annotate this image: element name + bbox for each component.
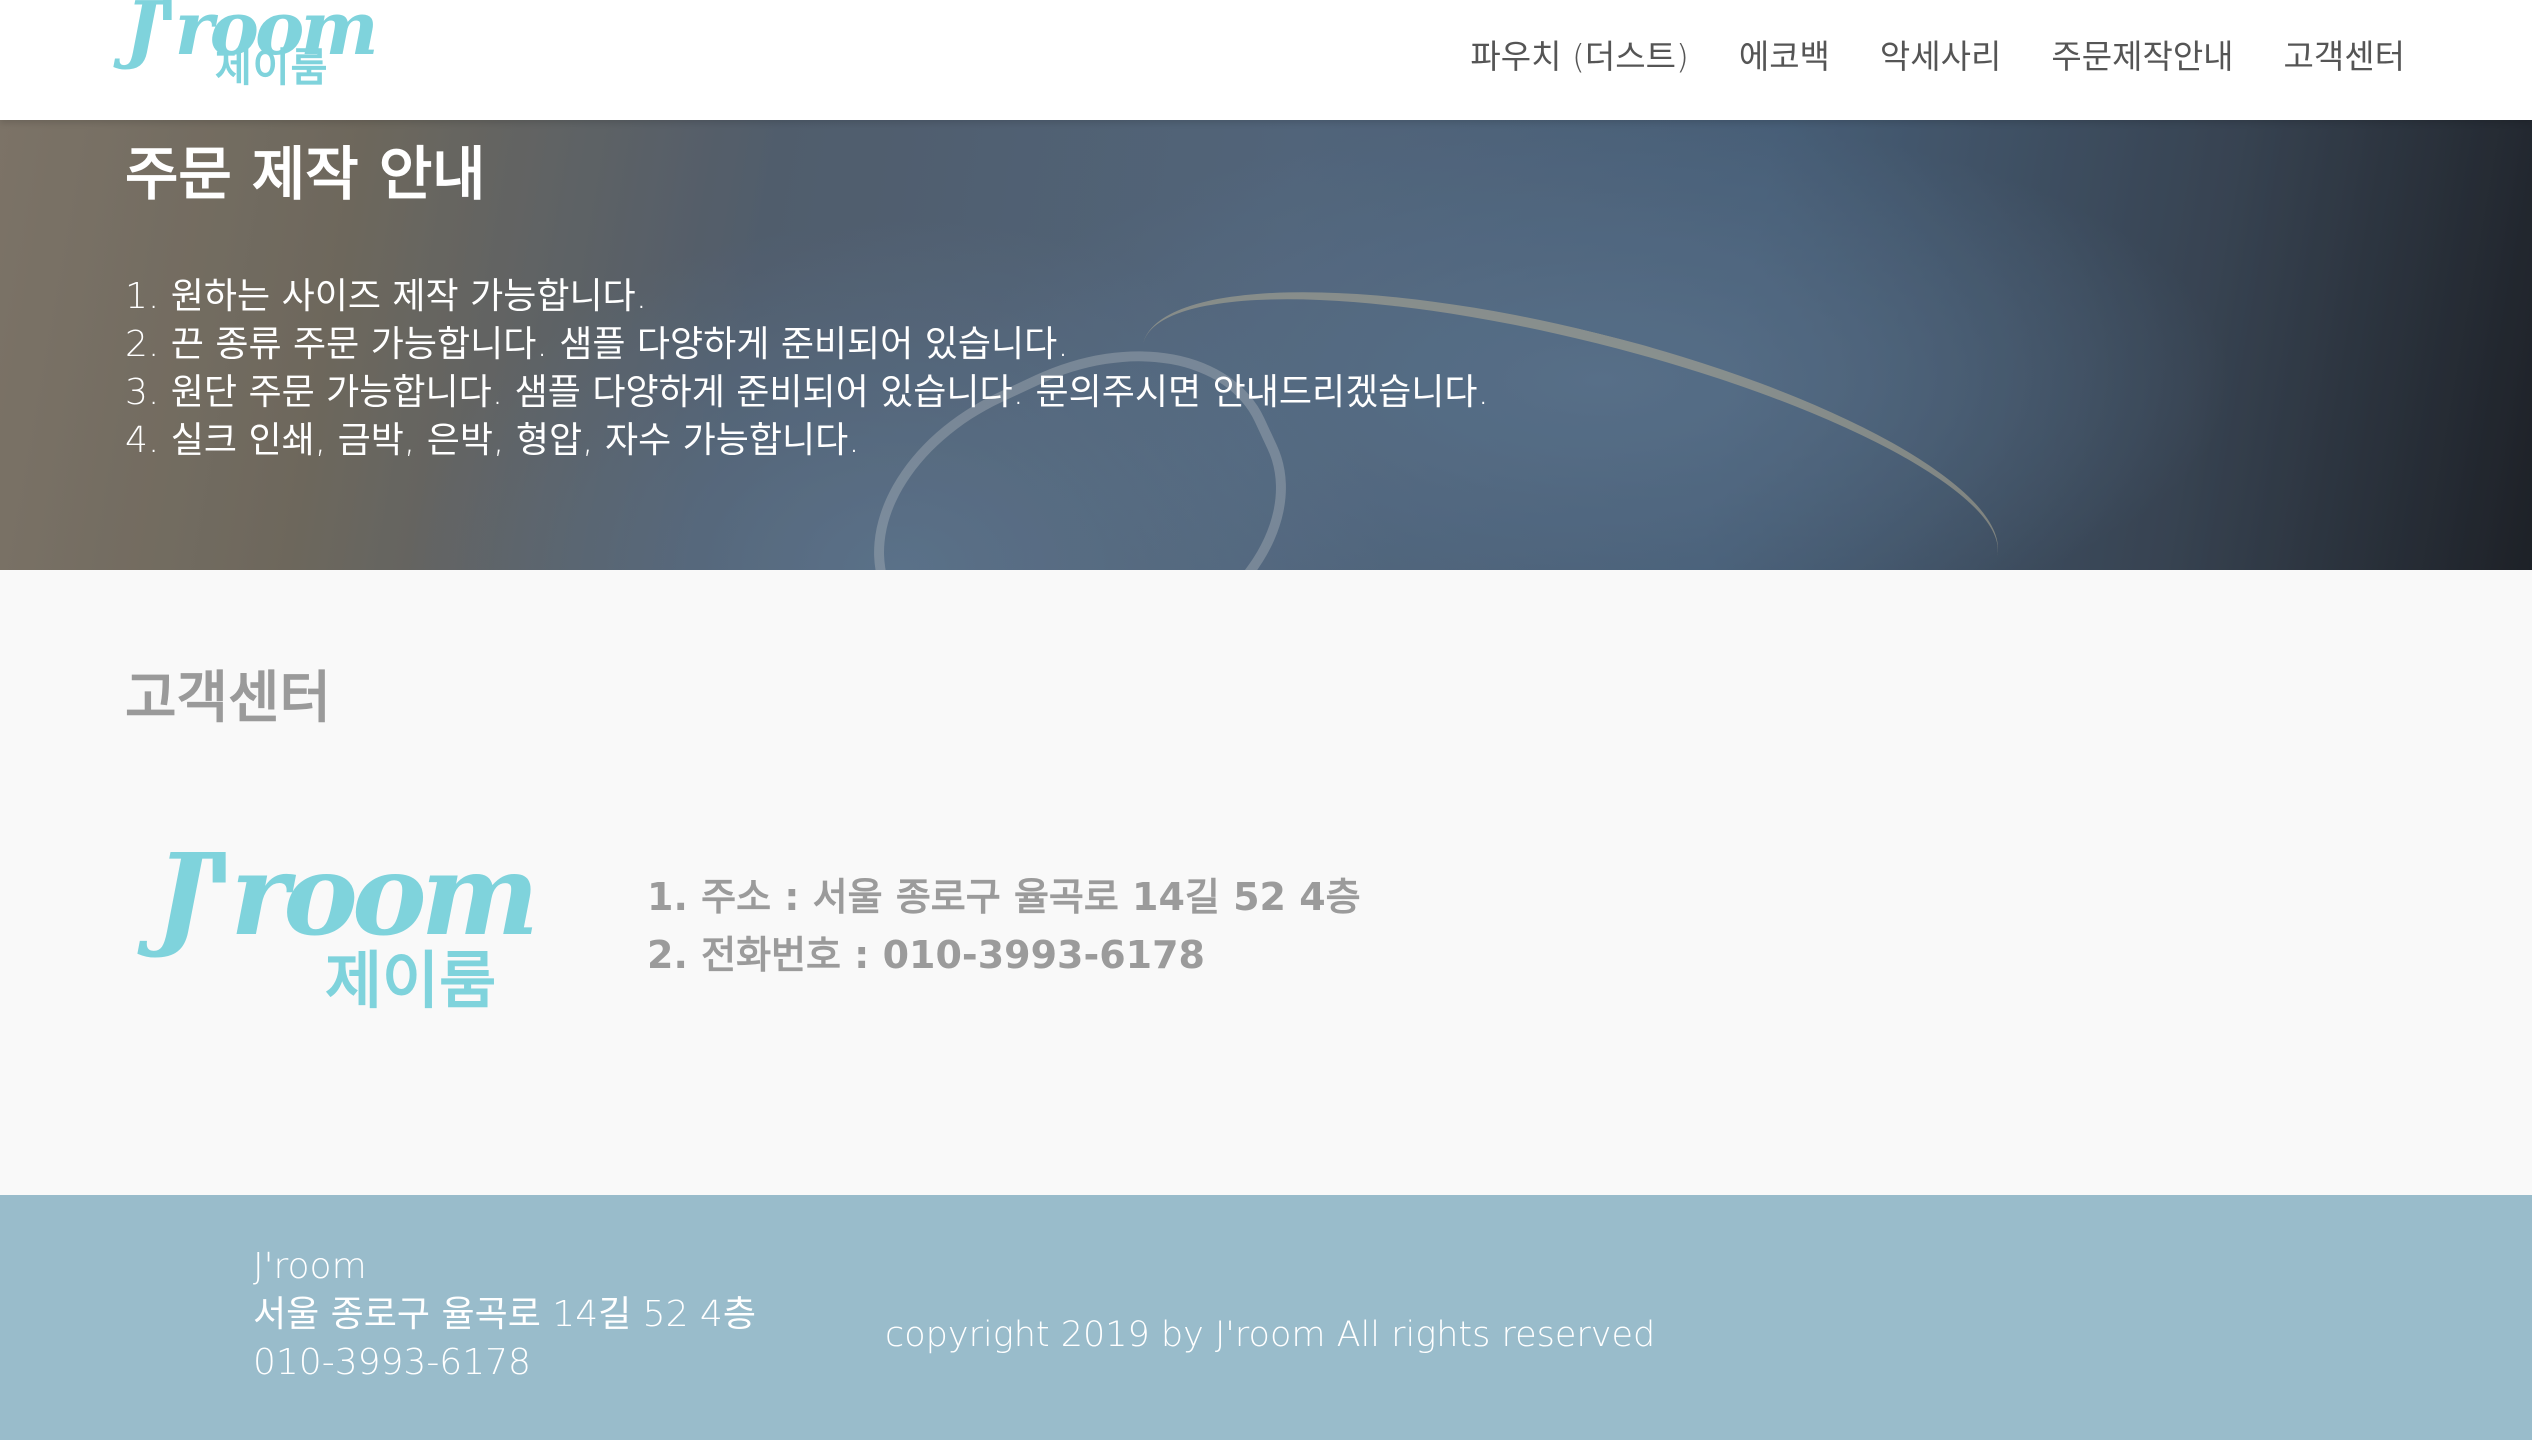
cs-logo-korean: 제이룸: [325, 944, 497, 1017]
footer-company-name: J'room: [253, 1246, 367, 1287]
custom-order-list: 1. 원하는 사이즈 제작 가능합니다. 2. 끈 종류 주문 가능합니다. 샘…: [125, 273, 1489, 465]
custom-order-item: 3. 원단 주문 가능합니다. 샘플 다양하게 준비되어 있습니다. 문의주시면…: [125, 372, 1489, 413]
nav-item-ecobag[interactable]: 에코백: [1739, 32, 1830, 82]
footer-address: 서울 종로구 율곡로 14길 52 4층: [253, 1294, 756, 1335]
site-footer: J'room 서울 종로구 율곡로 14길 52 4층 010-3993-617…: [0, 1195, 2532, 1440]
site-logo[interactable]: J'room 제이룸: [125, 0, 379, 105]
custom-order-hero: 주문 제작 안내 1. 원하는 사이즈 제작 가능합니다. 2. 끈 종류 주문…: [0, 120, 2532, 570]
nav-item-custom-order[interactable]: 주문제작안내: [2051, 32, 2233, 82]
cs-logo-wordmark: J'room: [155, 830, 539, 961]
custom-order-item: 2. 끈 종류 주문 가능합니다. 샘플 다양하게 준비되어 있습니다.: [125, 324, 1069, 365]
hero-title: 주문 제작 안내: [125, 140, 486, 208]
footer-phone: 010-3993-6178: [253, 1342, 531, 1383]
footer-copyright: copyright 2019 by J'room All rights rese…: [885, 1315, 1656, 1355]
customer-center-title: 고객센터: [125, 666, 332, 731]
footer-contact: J'room 서울 종로구 율곡로 14길 52 4층 010-3993-617…: [253, 1243, 756, 1387]
logo-korean: 제이룸: [215, 45, 329, 91]
custom-order-item: 1. 원하는 사이즈 제작 가능합니다.: [125, 276, 648, 317]
custom-order-item: 4. 실크 인쇄, 금박, 은박, 형압, 자수 가능합니다.: [125, 420, 860, 461]
nav-item-customer-center[interactable]: 고객센터: [2284, 32, 2405, 82]
main-nav: 파우치 (더스트) 에코백 악세사리 주문제작안내 고객센터: [1470, 32, 2405, 82]
customer-center-logo: J'room 제이룸: [155, 840, 539, 1035]
address-line: 1. 주소 : 서울 종로구 율곡로 14길 52 4층: [647, 875, 1361, 919]
nav-item-accessories[interactable]: 악세사리: [1880, 32, 2001, 82]
nav-item-pouch[interactable]: 파우치 (더스트): [1470, 32, 1688, 82]
customer-center-info: 1. 주소 : 서울 종로구 율곡로 14길 52 4층 2. 전화번호 : 0…: [647, 868, 1361, 984]
phone-line: 2. 전화번호 : 010-3993-6178: [647, 933, 1205, 977]
site-header: J'room 제이룸 파우치 (더스트) 에코백 악세사리 주문제작안내 고객센…: [0, 0, 2532, 120]
